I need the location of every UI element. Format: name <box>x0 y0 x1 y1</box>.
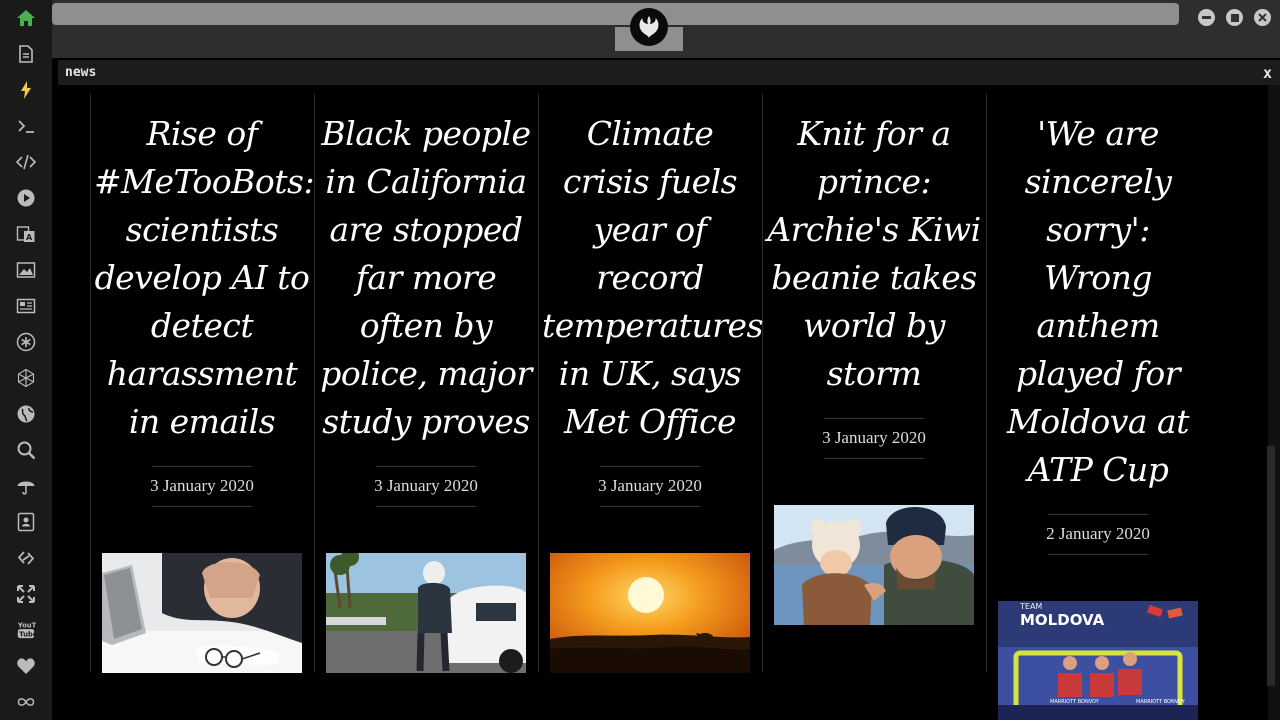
news-article[interactable]: Rise of #MeTooBots: scientists develop A… <box>90 110 315 507</box>
news-article[interactable]: Climate crisis fuels year of record temp… <box>538 110 763 507</box>
article-image[interactable]: TEAM MOLDOVA MARRIOTT BONVOY MARRIOTT BO… <box>998 601 1198 720</box>
heart-icon[interactable] <box>14 654 38 678</box>
umbrella-icon[interactable] <box>14 474 38 498</box>
news-article[interactable]: Knit for a prince: Archie's Kiwi beanie … <box>762 110 986 459</box>
svg-text:MARRIOTT BONVOY: MARRIOTT BONVOY <box>1136 699 1186 705</box>
article-headline[interactable]: Black people in California are stopped f… <box>314 110 538 446</box>
svg-text:YouTube: YouTube <box>17 621 36 629</box>
lightning-icon[interactable] <box>14 78 38 102</box>
article-date: 3 January 2020 <box>150 476 254 495</box>
infinity-icon[interactable] <box>14 690 38 714</box>
code-icon[interactable] <box>14 150 38 174</box>
article-date-block: 3 January 2020 <box>822 418 926 459</box>
svg-text:MOLDOVA: MOLDOVA <box>1020 611 1105 629</box>
article-image[interactable] <box>102 553 302 673</box>
search-icon[interactable] <box>14 438 38 462</box>
article-date: 3 January 2020 <box>374 476 478 495</box>
article-date: 2 January 2020 <box>1046 524 1150 543</box>
article-image[interactable] <box>550 553 750 673</box>
article-image[interactable] <box>774 505 974 625</box>
article-date-block: 3 January 2020 <box>150 466 254 507</box>
article-date-block: 3 January 2020 <box>598 466 702 507</box>
minimize-button[interactable] <box>1198 9 1215 26</box>
play-icon[interactable] <box>14 186 38 210</box>
app-sidebar: A YouTubeTube <box>0 0 52 720</box>
article-date-block: 3 January 2020 <box>374 466 478 507</box>
article-headline[interactable]: 'We are sincerely sorry': Wrong anthem p… <box>986 110 1210 494</box>
article-headline[interactable]: Knit for a prince: Archie's Kiwi beanie … <box>762 110 986 398</box>
article-image[interactable] <box>326 553 526 673</box>
news-article[interactable]: Black people in California are stopped f… <box>314 110 538 507</box>
article-date: 3 January 2020 <box>598 476 702 495</box>
image-icon[interactable] <box>14 258 38 282</box>
home-icon[interactable] <box>14 6 38 30</box>
youtube-icon[interactable]: YouTubeTube <box>14 618 38 642</box>
article-date-block: 2 January 2020 <box>1046 514 1150 555</box>
contacts-icon[interactable] <box>14 510 38 534</box>
scrollbar-thumb[interactable] <box>1267 446 1275 686</box>
newspaper-icon[interactable] <box>14 294 38 318</box>
rebel-alliance-icon <box>639 16 659 38</box>
maximize-button[interactable] <box>1226 9 1243 26</box>
terminal-icon[interactable] <box>14 114 38 138</box>
close-window-button[interactable] <box>1254 9 1271 26</box>
news-close-button[interactable]: x <box>1263 64 1272 82</box>
article-headline[interactable]: Rise of #MeTooBots: scientists develop A… <box>90 110 315 446</box>
svg-text:TEAM: TEAM <box>1019 602 1042 611</box>
article-headline[interactable]: Climate crisis fuels year of record temp… <box>538 110 763 446</box>
news-titlebar: news x <box>58 60 1280 85</box>
svg-text:Tube: Tube <box>19 630 36 638</box>
rebel-alliance-logo[interactable] <box>630 8 668 46</box>
hexagon-icon[interactable] <box>14 366 38 390</box>
svg-text:A: A <box>26 233 33 242</box>
news-article[interactable]: 'We are sincerely sorry': Wrong anthem p… <box>986 110 1210 555</box>
link-icon[interactable] <box>14 546 38 570</box>
translate-icon[interactable]: A <box>14 222 38 246</box>
globe-icon[interactable] <box>14 402 38 426</box>
top-bar <box>52 0 1280 58</box>
asterisk-icon[interactable] <box>14 330 38 354</box>
close-icon <box>1258 13 1267 22</box>
article-date: 3 January 2020 <box>822 428 926 447</box>
news-window: news x Rise of #MeTooBots: scientists de… <box>58 60 1280 720</box>
address-bar[interactable] <box>52 3 1179 25</box>
document-icon[interactable] <box>14 42 38 66</box>
window-title: news <box>65 65 97 80</box>
expand-icon[interactable] <box>14 582 38 606</box>
svg-text:MARRIOTT BONVOY: MARRIOTT BONVOY <box>1050 699 1100 705</box>
